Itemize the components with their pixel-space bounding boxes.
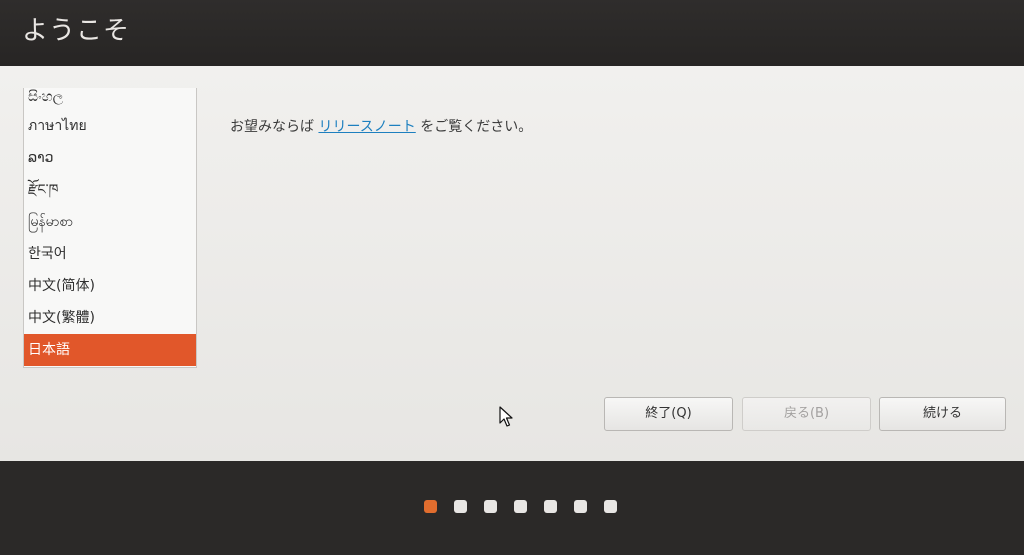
title-bar: ようこそ (0, 0, 1024, 66)
language-item[interactable]: ภาษาไทย (24, 110, 196, 142)
language-item-selected[interactable]: 日本語 (24, 334, 196, 366)
progress-dot (604, 500, 617, 513)
mouse-pointer-icon (499, 406, 513, 427)
release-notes-link[interactable]: リリースノート (318, 119, 415, 135)
release-note-text: お望みならば リリースノート をご覧ください。 (230, 116, 532, 136)
language-item[interactable]: 中文(繁體) (24, 302, 196, 334)
quit-button[interactable]: 終了(Q) (604, 397, 733, 431)
language-item[interactable]: 한국어 (24, 238, 196, 270)
release-note-suffix: をご覧ください。 (415, 119, 533, 135)
release-note-prefix: お望みならば (230, 119, 319, 135)
progress-dot (484, 500, 497, 513)
language-item[interactable]: རྫོང་ཁ (24, 174, 196, 206)
language-item[interactable]: 中文(简体) (24, 270, 196, 302)
window-title: ようこそ (22, 16, 131, 46)
language-item[interactable]: မြန်မာစာ (24, 206, 196, 238)
language-list[interactable]: සිංහල ภาษาไทย ລາວ རྫོང་ཁ မြန်မာစာ 한국어 中文… (23, 88, 197, 368)
progress-dot (514, 500, 527, 513)
continue-button[interactable]: 続ける (879, 397, 1006, 431)
back-button[interactable]: 戻る(B) (742, 397, 871, 431)
progress-dot (544, 500, 557, 513)
language-item[interactable]: ລາວ (24, 142, 196, 174)
progress-dot (454, 500, 467, 513)
language-item[interactable]: සිංහල (24, 88, 196, 110)
progress-dot-active (424, 500, 437, 513)
progress-dot (574, 500, 587, 513)
progress-dots (424, 500, 617, 514)
